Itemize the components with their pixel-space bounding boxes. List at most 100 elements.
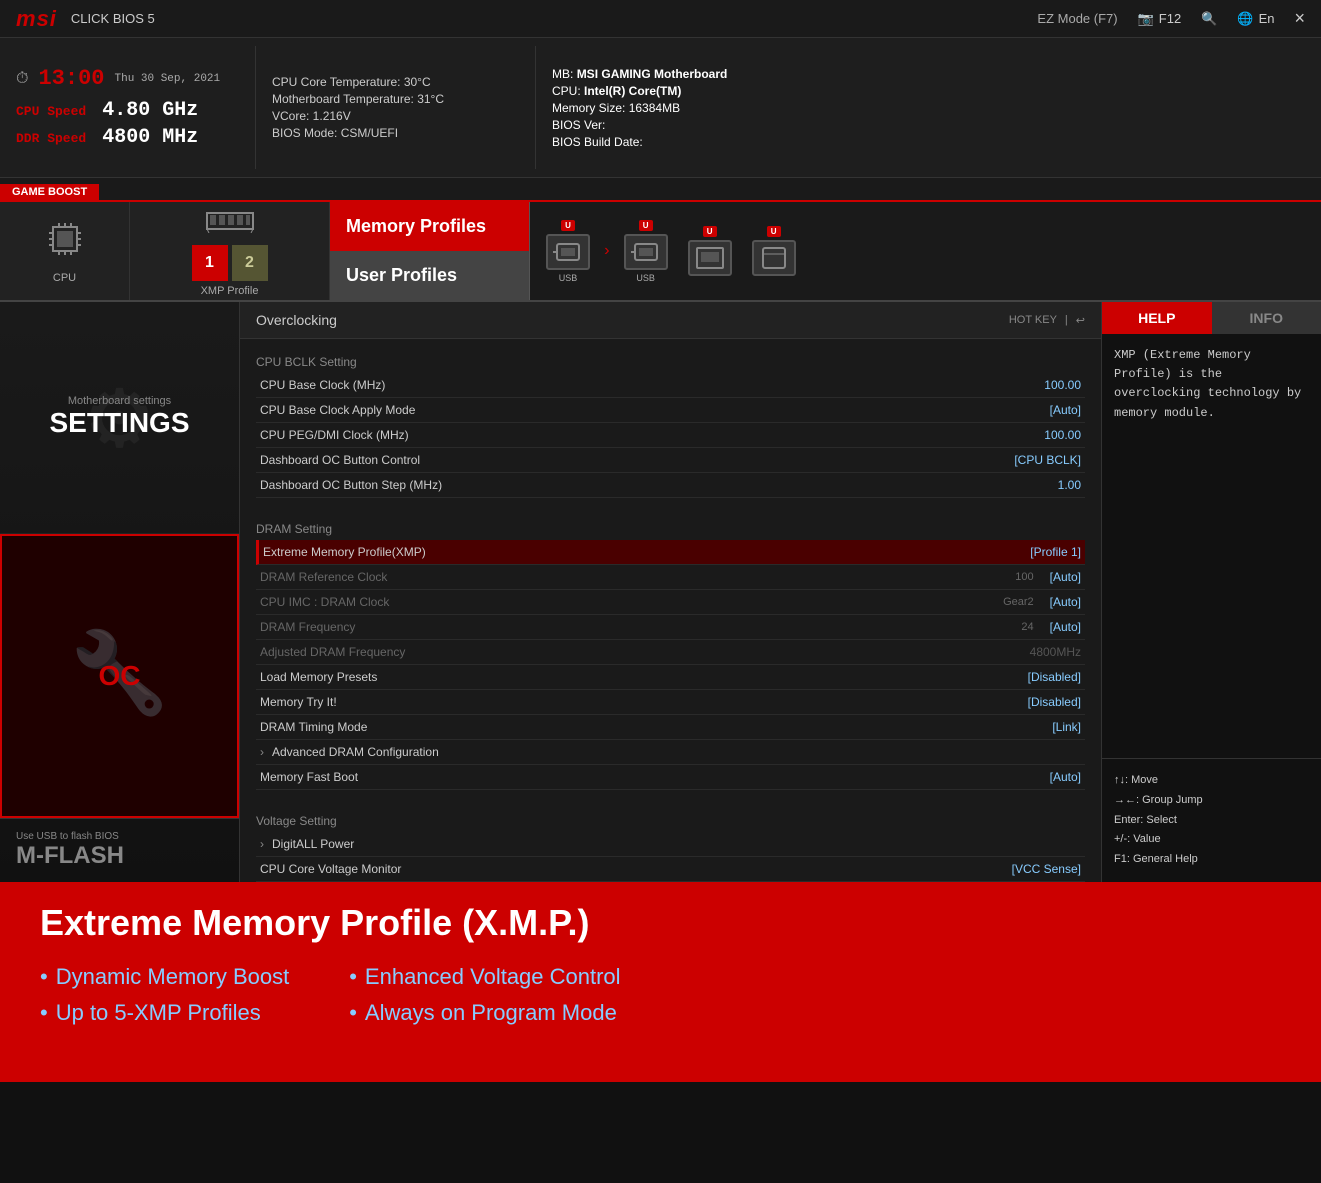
f12-button[interactable]: 📷 F12 [1138, 11, 1182, 27]
help-text: XMP (Extreme Memory Profile) is the over… [1114, 348, 1301, 420]
row-cpu-imc-dram[interactable]: CPU IMC : DRAM Clock Gear2 [Auto] [256, 590, 1085, 615]
usb-label-2: USB [636, 273, 655, 283]
main-content: ⚙ Motherboard settings SETTINGS 🔧 OC Use… [0, 302, 1321, 882]
game-boost-label[interactable]: GAME BOOST [0, 184, 99, 200]
usb-item-2[interactable]: U USB [616, 216, 676, 287]
usb-badge-4: U [767, 226, 781, 237]
shortcut-f1: F1: General Help [1114, 850, 1309, 870]
oc-title: OC [99, 660, 141, 692]
globe-icon: 🌐 [1237, 11, 1253, 27]
help-shortcuts: ↑↓: Move →←: Group Jump Enter: Select +/… [1102, 758, 1321, 882]
bios-ver-info: BIOS Ver: [552, 118, 1289, 132]
ram-icon [205, 205, 255, 241]
row-dram-timing-mode[interactable]: DRAM Timing Mode [Link] [256, 715, 1085, 740]
feature-col-right: •Enhanced Voltage Control •Always on Pro… [349, 964, 620, 1026]
usb-badge-2: U [639, 220, 653, 231]
xmp-num-2[interactable]: 2 [232, 245, 268, 281]
info-tab[interactable]: INFO [1212, 302, 1321, 334]
row-cpu-base-clock-mode[interactable]: CPU Base Clock Apply Mode [Auto] [256, 398, 1085, 423]
sidebar-oc[interactable]: 🔧 OC [0, 534, 239, 818]
panel-title: Overclocking [256, 312, 337, 328]
center-panel: Overclocking HOT KEY | ↩ CPU BCLK Settin… [240, 302, 1101, 882]
time-display: 13:00 [38, 66, 104, 91]
usb-item-1[interactable]: U USB [538, 216, 598, 287]
tab-xmp[interactable]: 1 2 XMP Profile [130, 202, 330, 300]
game-boost-bar: GAME BOOST [0, 178, 1321, 202]
hotkey-separator: | [1065, 314, 1068, 326]
row-digitall-power[interactable]: › DigitALL Power [256, 832, 1085, 857]
memory-profiles-button[interactable]: Memory Profiles [330, 202, 529, 251]
lang-button[interactable]: 🌐 En [1237, 11, 1274, 27]
vcore: VCore: 1.216V [272, 109, 519, 123]
close-button[interactable]: × [1294, 8, 1305, 29]
row-cpu-core-voltage-monitor[interactable]: CPU Core Voltage Monitor [VCC Sense] [256, 857, 1085, 882]
msi-logo: msi [16, 6, 57, 32]
banner-title: Extreme Memory Profile (X.M.P.) [40, 902, 1281, 944]
usb-item-3[interactable]: U [680, 222, 740, 280]
ez-mode-button[interactable]: EZ Mode (F7) [1037, 11, 1117, 26]
memory-info: Memory Size: 16384MB [552, 101, 1289, 115]
product-name: CLICK BIOS 5 [71, 11, 155, 26]
cpu-speed-value: 4.80 GHz [102, 99, 198, 122]
tab-cpu[interactable]: CPU [0, 202, 130, 300]
search-icon: 🔍 [1201, 11, 1217, 27]
sidebar-settings[interactable]: ⚙ Motherboard settings SETTINGS [0, 302, 239, 534]
mflash-title: M-FLASH [16, 842, 223, 870]
cpu-bclk-section: CPU BCLK Setting CPU Base Clock (MHz) 10… [240, 339, 1101, 506]
feature-always-on-program: •Always on Program Mode [349, 1000, 620, 1026]
usb-item-4[interactable]: U [744, 222, 804, 280]
row-dashboard-oc-control[interactable]: Dashboard OC Button Control [CPU BCLK] [256, 448, 1085, 473]
bullet-1: • [40, 964, 48, 989]
row-memory-fast-boot[interactable]: Memory Fast Boot [Auto] [256, 765, 1085, 790]
shortcut-enter: Enter: Select [1114, 811, 1309, 831]
row-memory-try-it[interactable]: Memory Try It! [Disabled] [256, 690, 1085, 715]
usb-drive-icon-4 [752, 240, 796, 276]
date-display: Thu 30 Sep, 2021 [115, 73, 221, 85]
search-button[interactable]: 🔍 [1201, 11, 1217, 27]
sidebar: ⚙ Motherboard settings SETTINGS 🔧 OC Use… [0, 302, 240, 882]
usb-drive-icon-3 [688, 240, 732, 276]
usb-arrow-1: › [602, 242, 612, 260]
help-tab[interactable]: HELP [1102, 302, 1212, 334]
shortcut-group: →←: Group Jump [1114, 791, 1309, 811]
usb-drive-icon-1 [546, 234, 590, 270]
voltage-section: Voltage Setting › DigitALL Power CPU Cor… [240, 798, 1101, 882]
dram-title: DRAM Setting [256, 522, 1085, 536]
back-icon[interactable]: ↩ [1076, 314, 1085, 327]
cpu-tab-label: CPU [53, 272, 76, 284]
right-panel: HELP INFO XMP (Extreme Memory Profile) i… [1101, 302, 1321, 882]
feature-col-left: •Dynamic Memory Boost •Up to 5-XMP Profi… [40, 964, 289, 1026]
usb-tab-area: U USB › U USB U [530, 202, 812, 300]
feature-enhanced-voltage: •Enhanced Voltage Control [349, 964, 620, 990]
cpu-temp: CPU Core Temperature: 30°C [272, 75, 519, 89]
row-dram-frequency[interactable]: DRAM Frequency 24 [Auto] [256, 615, 1085, 640]
row-load-memory-presets[interactable]: Load Memory Presets [Disabled] [256, 665, 1085, 690]
user-profiles-button[interactable]: User Profiles [330, 251, 529, 300]
settings-title: SETTINGS [49, 407, 189, 439]
system-clock-panel: ⏱ 13:00 Thu 30 Sep, 2021 CPU Speed 4.80 … [16, 46, 256, 169]
ddr-speed-label: DDR Speed [16, 131, 86, 146]
feature-dynamic-memory: •Dynamic Memory Boost [40, 964, 289, 990]
xmp-num-1[interactable]: 1 [192, 245, 228, 281]
row-dashboard-oc-step[interactable]: Dashboard OC Button Step (MHz) 1.00 [256, 473, 1085, 498]
row-xmp[interactable]: Extreme Memory Profile(XMP) [Profile 1] [256, 540, 1085, 565]
cpu-info: CPU: Intel(R) Core(TM) [552, 84, 1289, 98]
settings-sublabel: Motherboard settings [68, 395, 171, 407]
mflash-section[interactable]: Use USB to flash BIOS M-FLASH [0, 818, 239, 882]
mb-temp: Motherboard Temperature: 31°C [272, 92, 519, 106]
system-info-panel: MB: MSI GAMING Motherboard CPU: Intel(R)… [536, 46, 1305, 169]
top-bar: msi CLICK BIOS 5 EZ Mode (F7) 📷 F12 🔍 🌐 … [0, 0, 1321, 38]
help-info-tabs: HELP INFO [1102, 302, 1321, 334]
dram-section: DRAM Setting Extreme Memory Profile(XMP)… [240, 506, 1101, 798]
panel-header: Overclocking HOT KEY | ↩ [240, 302, 1101, 339]
row-cpu-base-clock[interactable]: CPU Base Clock (MHz) 100.00 [256, 373, 1085, 398]
bottom-banner: Extreme Memory Profile (X.M.P.) •Dynamic… [0, 882, 1321, 1082]
row-cpu-peg-dmi[interactable]: CPU PEG/DMI Clock (MHz) 100.00 [256, 423, 1085, 448]
temp-info-panel: CPU Core Temperature: 30°C Motherboard T… [256, 46, 536, 169]
bios-build-info: BIOS Build Date: [552, 135, 1289, 149]
cpu-bclk-title: CPU BCLK Setting [256, 355, 1085, 369]
row-dram-ref-clock[interactable]: DRAM Reference Clock 100 [Auto] [256, 565, 1085, 590]
bios-mode: BIOS Mode: CSM/UEFI [272, 126, 519, 140]
shortcut-value: +/-: Value [1114, 830, 1309, 850]
row-advanced-dram[interactable]: › Advanced DRAM Configuration [256, 740, 1085, 765]
